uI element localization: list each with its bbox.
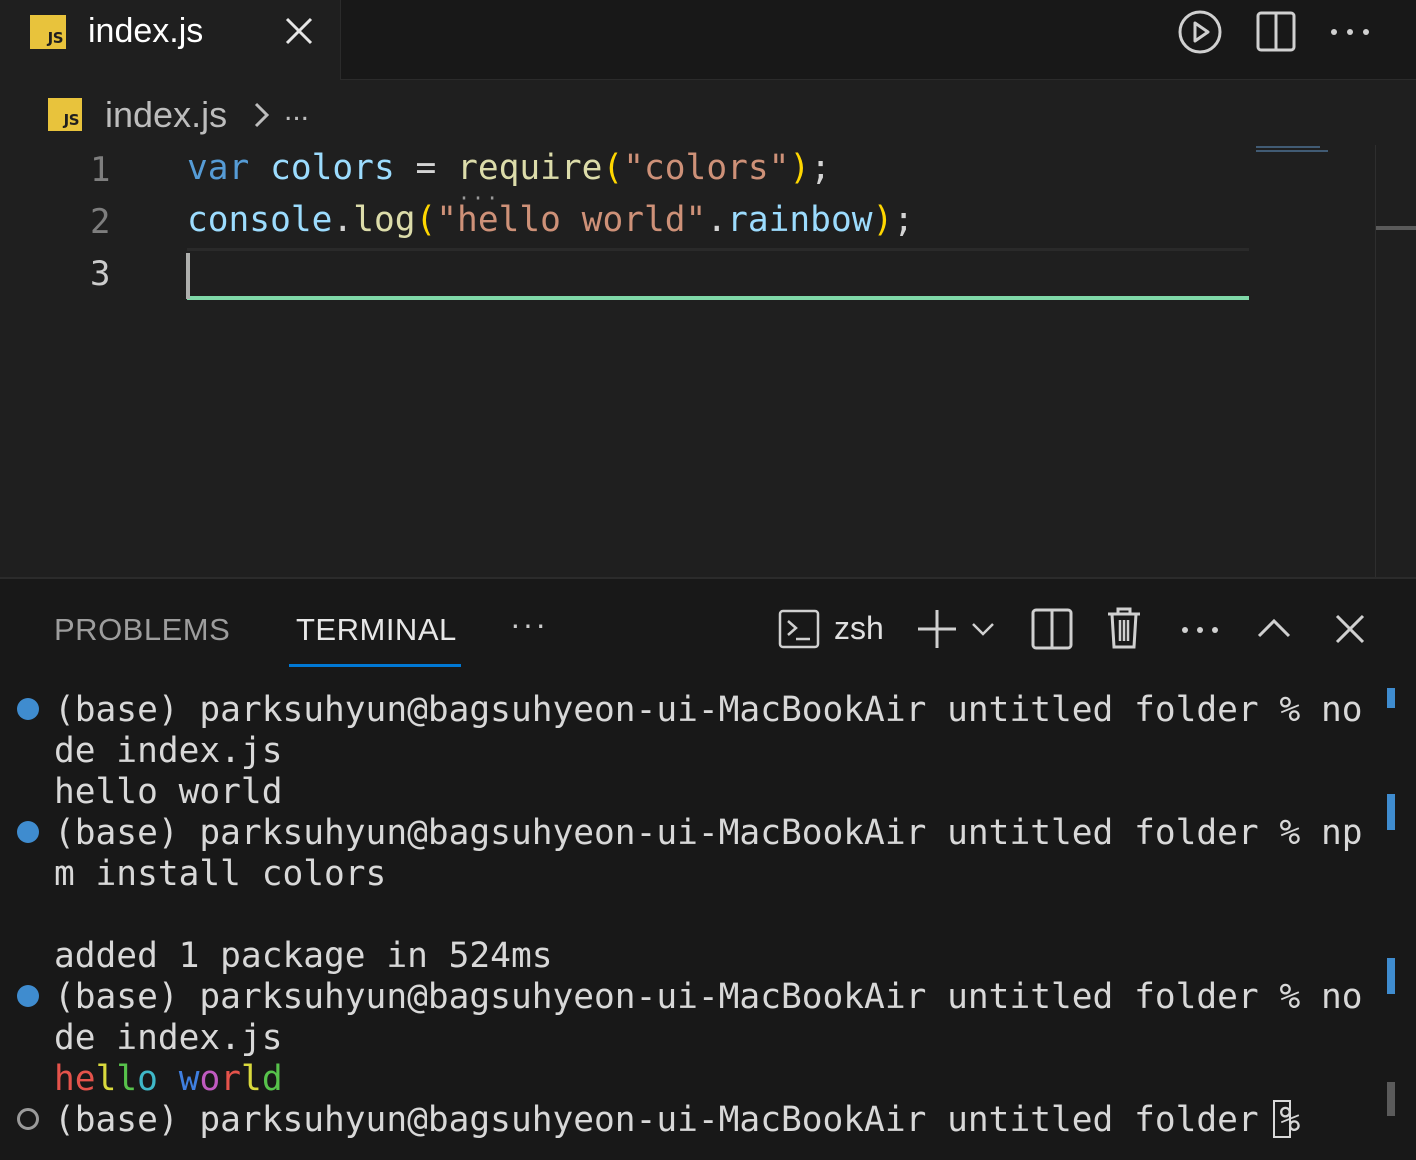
terminal-icon[interactable]: [778, 609, 820, 649]
tab-index-js[interactable]: JS index.js: [0, 0, 341, 80]
new-terminal-icon[interactable]: [915, 607, 959, 651]
split-terminal-icon[interactable]: [1030, 607, 1074, 651]
terminal-rainbow-line: hello world: [54, 1059, 283, 1099]
property-token: rainbow: [727, 200, 873, 240]
text-cursor: [186, 253, 190, 299]
terminal-scrollbar-thumb[interactable]: [1387, 1082, 1395, 1116]
terminal-line: de index.js: [54, 1018, 283, 1058]
function-token: require: [457, 148, 603, 188]
command-success-decoration[interactable]: [17, 821, 39, 843]
terminal-line: (base) parksuhyun@bagsuhyeon-ui-MacBookA…: [54, 813, 1363, 853]
terminal-line: (base) parksuhyun@bagsuhyeon-ui-MacBookA…: [54, 977, 1363, 1017]
more-actions-icon[interactable]: [1326, 8, 1374, 56]
more-actions-icon[interactable]: [1178, 610, 1222, 650]
panel-more-button[interactable]: ···: [510, 606, 548, 643]
line-number: 2: [90, 202, 111, 242]
javascript-file-icon: JS: [30, 15, 66, 49]
maximize-panel-icon[interactable]: [1254, 608, 1294, 648]
trash-icon[interactable]: [1104, 605, 1144, 651]
line-number: 3: [90, 254, 111, 294]
keyword-token: var: [187, 148, 250, 188]
bracket-token: ): [789, 148, 811, 188]
function-token: log: [353, 200, 416, 240]
operator-token: =: [415, 148, 437, 188]
scrollbar-cursor-marker: [1376, 226, 1416, 230]
minimap[interactable]: [1256, 146, 1328, 154]
chevron-right-icon: [254, 102, 270, 128]
terminal-cursor: [1273, 1100, 1291, 1138]
scrollbar-command-marker: [1387, 688, 1395, 708]
chevron-down-icon[interactable]: [970, 618, 996, 640]
javascript-file-icon: JS: [48, 98, 82, 131]
tab-bar-border: [340, 79, 1416, 80]
current-line-underline: [187, 296, 1249, 300]
shell-name[interactable]: zsh: [834, 610, 884, 647]
identifier-token: colors: [270, 148, 395, 188]
breadcrumb-symbols[interactable]: ...: [284, 94, 309, 128]
terminal-line: m install colors: [54, 854, 387, 894]
current-line-highlight: [187, 248, 1249, 251]
command-success-decoration[interactable]: [17, 985, 39, 1007]
command-pending-decoration[interactable]: [17, 1108, 39, 1130]
bracket-token: ): [872, 200, 894, 240]
terminal-prompt-line: (base) parksuhyun@bagsuhyeon-ui-MacBookA…: [54, 1100, 1322, 1140]
code-line-1[interactable]: var colors = require("colors");: [187, 148, 831, 188]
dot-token: .: [706, 200, 728, 240]
terminal-line: de index.js: [54, 731, 283, 771]
bracket-token: (: [415, 200, 437, 240]
semicolon-token: ;: [810, 148, 831, 188]
tab-terminal[interactable]: TERMINAL: [296, 612, 457, 648]
string-token: "colors": [623, 148, 790, 188]
code-line-2[interactable]: console.log("hello world".rainbow);: [187, 200, 914, 240]
split-editor-icon[interactable]: [1252, 8, 1300, 56]
run-icon[interactable]: [1176, 8, 1224, 56]
terminal-line: hello world: [54, 772, 283, 812]
tab-problems[interactable]: PROBLEMS: [54, 612, 230, 648]
identifier-token: console: [187, 200, 333, 240]
scrollbar-command-marker: [1387, 794, 1395, 830]
bracket-token: (: [602, 148, 624, 188]
active-tab-indicator: [289, 664, 461, 667]
line-number: 1: [90, 150, 111, 190]
close-icon[interactable]: [282, 14, 316, 48]
tab-label: index.js: [88, 12, 204, 50]
semicolon-token: ;: [893, 200, 915, 240]
dot-token: .: [332, 200, 354, 240]
terminal-line: added 1 package in 524ms: [54, 936, 553, 976]
minimap-line: [1256, 150, 1328, 152]
breadcrumb-file[interactable]: index.js: [105, 94, 227, 136]
minimap-line: [1256, 146, 1320, 148]
scrollbar-command-marker: [1387, 958, 1395, 994]
vertical-scrollbar[interactable]: [1375, 145, 1416, 577]
string-token: "hello world": [436, 200, 707, 240]
command-success-decoration[interactable]: [17, 698, 39, 720]
terminal-line: (base) parksuhyun@bagsuhyeon-ui-MacBookA…: [54, 690, 1363, 730]
close-icon[interactable]: [1330, 609, 1370, 649]
